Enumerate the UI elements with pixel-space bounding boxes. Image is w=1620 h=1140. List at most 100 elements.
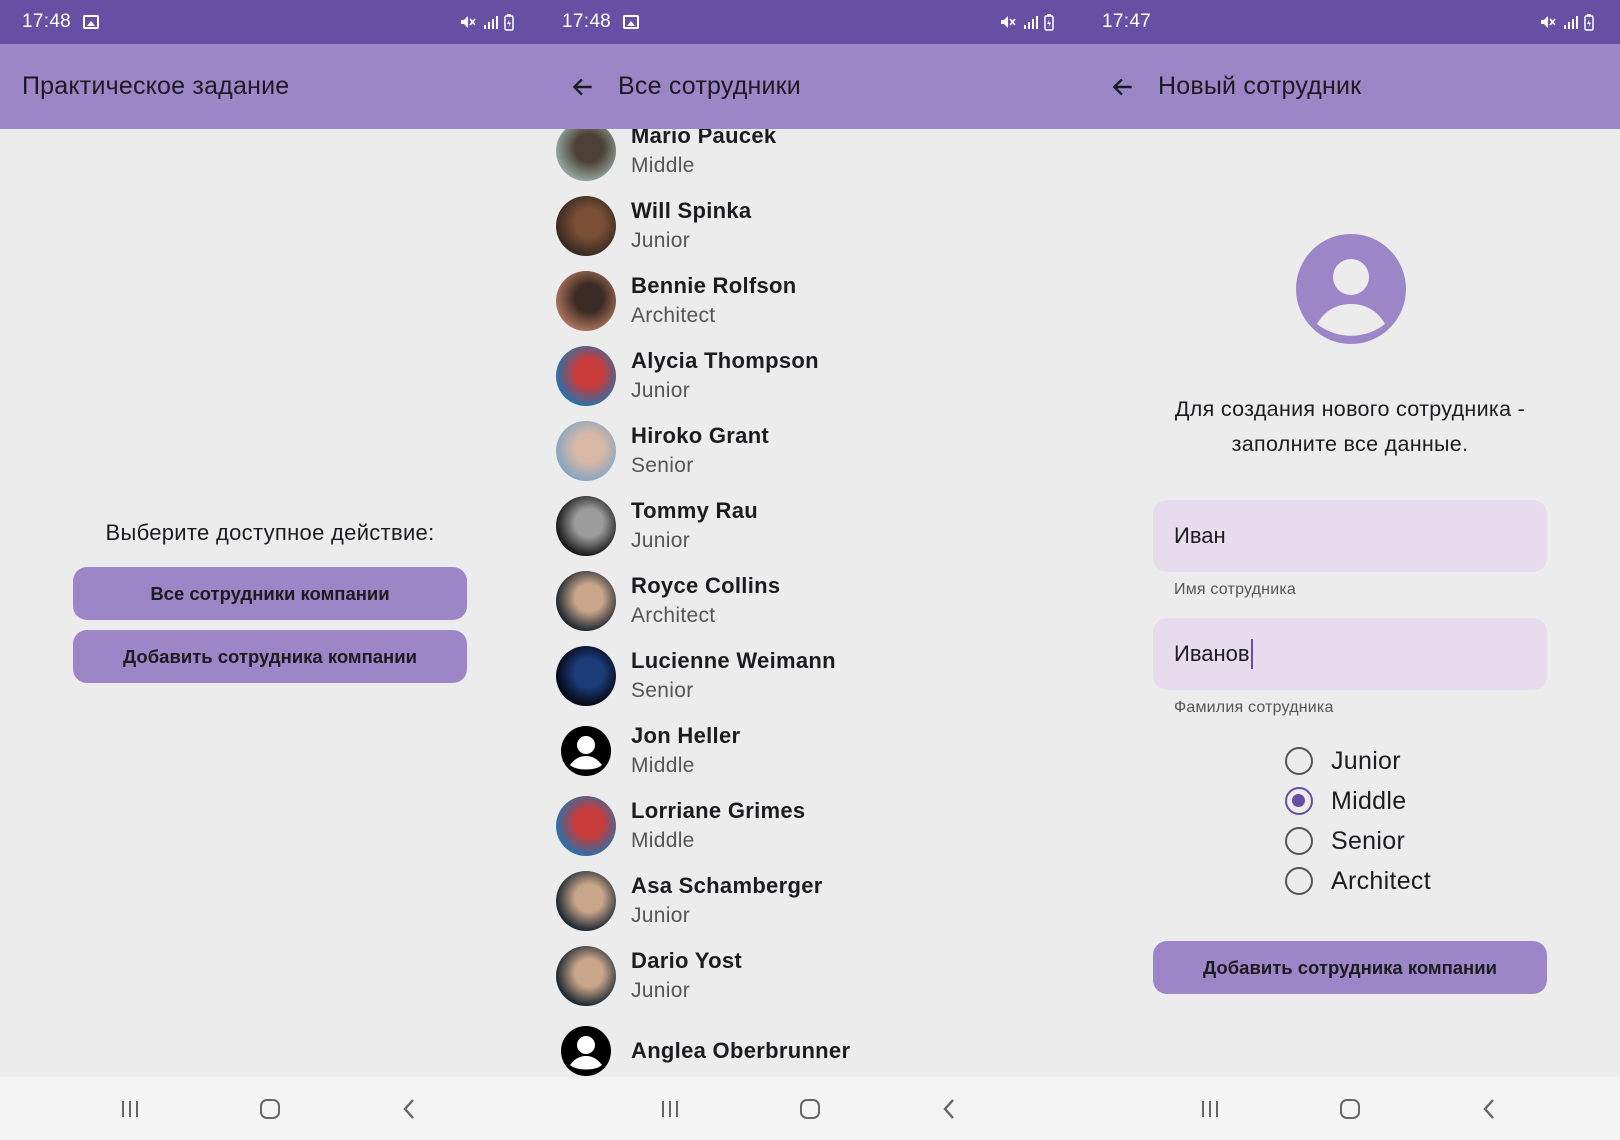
back-button[interactable]	[1106, 70, 1140, 104]
mute-icon	[1001, 16, 1016, 28]
employee-photo	[556, 495, 616, 556]
first-name-label: Имя сотрудника	[1174, 581, 1297, 598]
signal-icon	[1024, 16, 1038, 29]
radio-circle[interactable]	[1285, 747, 1313, 775]
back-nav-button[interactable]	[1470, 1089, 1510, 1129]
status-icons	[460, 0, 514, 44]
employee-photo	[556, 795, 616, 856]
employee-list-item[interactable]: Bennie Rolfson Architect	[540, 262, 1080, 339]
employee-list-item[interactable]: Lucienne Weimann Senior	[540, 637, 1080, 714]
employee-text: Asa Schamberger Junior	[631, 871, 823, 931]
last-name-field[interactable]: Иванов	[1153, 618, 1547, 690]
form-hint: Для создания нового сотрудника - заполни…	[1174, 397, 1526, 456]
home-button[interactable]	[790, 1089, 830, 1129]
employee-list-item[interactable]: Hiroko Grant Senior	[540, 412, 1080, 489]
employee-list-item[interactable]: Mario Paucek Middle	[540, 129, 1080, 189]
status-bar: 17:47	[1080, 0, 1620, 44]
app-bar: Новый сотрудник	[1080, 44, 1620, 129]
employee-list-item[interactable]: Asa Schamberger Junior	[540, 862, 1080, 939]
employee-text: Anglea Oberbrunner	[631, 1036, 850, 1066]
default-person-icon	[556, 1021, 616, 1078]
employee-photo	[556, 870, 616, 931]
employee-text: Bennie Rolfson Architect	[631, 271, 797, 331]
employee-name: Hiroko Grant	[631, 422, 770, 448]
last-name-label: Фамилия сотрудника	[1174, 699, 1334, 716]
arrow-back-icon	[572, 78, 592, 95]
employee-text: Mario Paucek Middle	[631, 129, 776, 181]
employee-name: Alycia Thompson	[631, 347, 819, 373]
radio-circle[interactable]	[1285, 787, 1313, 815]
back-button[interactable]	[566, 70, 600, 104]
employee-list-item[interactable]: Anglea Oberbrunner	[540, 1012, 1080, 1077]
chevron-left-icon	[403, 1098, 414, 1119]
first-name-field[interactable]: Иван	[1153, 500, 1547, 572]
employee-name: Jon Heller	[631, 722, 741, 748]
recent-apps-icon	[1202, 1100, 1218, 1117]
employee-role: Senior	[631, 678, 694, 702]
back-nav-button[interactable]	[390, 1089, 430, 1129]
system-nav-bar	[0, 1077, 540, 1140]
employee-text: Royce Collins Architect	[631, 571, 780, 631]
default-person-icon	[556, 721, 616, 781]
employee-list-item[interactable]: Dario Yost Junior	[540, 937, 1080, 1014]
home-button[interactable]	[1330, 1089, 1370, 1129]
employee-text: Dario Yost Junior	[631, 946, 742, 1006]
employee-role: Senior	[631, 453, 694, 477]
radio-label: Junior	[1331, 746, 1401, 775]
text-cursor	[1250, 639, 1253, 669]
recent-apps-button[interactable]	[110, 1089, 150, 1129]
employee-role: Architect	[631, 303, 716, 327]
chevron-left-icon	[943, 1098, 954, 1119]
main-screen: 17:48 Практическое задание Выберите дост…	[0, 0, 540, 1140]
employee-text: Alycia Thompson Junior	[631, 346, 819, 406]
app-bar: Все сотрудники	[540, 44, 1080, 129]
recent-apps-button[interactable]	[1190, 1089, 1230, 1129]
recent-apps-icon	[122, 1100, 138, 1117]
employee-name: Royce Collins	[631, 572, 781, 598]
page-title: Практическое задание	[22, 72, 290, 100]
radio-circle[interactable]	[1285, 867, 1313, 895]
employee-photo	[556, 570, 616, 631]
employee-name: Bennie Rolfson	[631, 272, 797, 298]
level-radio-middle[interactable]: Middle	[1285, 783, 1406, 819]
level-radio-architect[interactable]: Architect	[1285, 863, 1431, 899]
battery-icon	[1584, 13, 1594, 31]
first-name-value: Иван	[1174, 523, 1226, 548]
recent-apps-button[interactable]	[650, 1089, 690, 1129]
employees-list-screen: 17:48 Все сотрудники Mario Paucek Middle W…	[540, 0, 1080, 1140]
employee-list-item[interactable]: Jon Heller Middle	[540, 712, 1080, 789]
page-title: Все сотрудники	[618, 72, 801, 100]
all-employees-button[interactable]: Все сотрудники компании	[73, 567, 467, 620]
battery-icon	[1044, 13, 1054, 31]
employee-list-item[interactable]: Will Spinka Junior	[540, 187, 1080, 264]
status-time: 17:48	[562, 11, 612, 32]
employee-list-item[interactable]: Lorriane Grimes Middle	[540, 787, 1080, 864]
last-name-value: Иванов	[1174, 641, 1250, 666]
level-radio-senior[interactable]: Senior	[1285, 823, 1405, 859]
home-button[interactable]	[250, 1089, 290, 1129]
home-icon	[260, 1098, 280, 1119]
radio-circle[interactable]	[1285, 827, 1313, 855]
employee-list-item[interactable]: Royce Collins Architect	[540, 562, 1080, 639]
chevron-left-icon	[1483, 1098, 1494, 1119]
app-bar: Практическое задание	[0, 44, 540, 129]
submit-add-employee-button[interactable]: Добавить сотрудника компании	[1153, 941, 1547, 994]
employee-list-item[interactable]: Alycia Thompson Junior	[540, 337, 1080, 414]
radio-label: Senior	[1331, 826, 1406, 855]
back-nav-button[interactable]	[930, 1089, 970, 1129]
add-employee-button[interactable]: Добавить сотрудника компании	[73, 630, 467, 683]
employee-role: Architect	[631, 603, 716, 627]
status-bar: 17:48	[540, 0, 1080, 44]
employee-photo	[556, 195, 616, 256]
level-radio-junior[interactable]: Junior	[1285, 743, 1401, 779]
status-icons	[1540, 0, 1594, 44]
radio-label: Architect	[1331, 866, 1431, 895]
employee-text: Tommy Rau Junior	[631, 496, 758, 556]
battery-icon	[504, 13, 514, 31]
employee-list[interactable]: Mario Paucek Middle Will Spinka Junior Benni…	[540, 129, 1080, 1077]
employee-role: Junior	[631, 978, 690, 1002]
employee-text: Will Spinka Junior	[631, 196, 751, 256]
employee-list-item[interactable]: Tommy Rau Junior	[540, 487, 1080, 564]
employee-text: Lorriane Grimes Middle	[631, 796, 805, 856]
employee-photo	[556, 420, 616, 481]
